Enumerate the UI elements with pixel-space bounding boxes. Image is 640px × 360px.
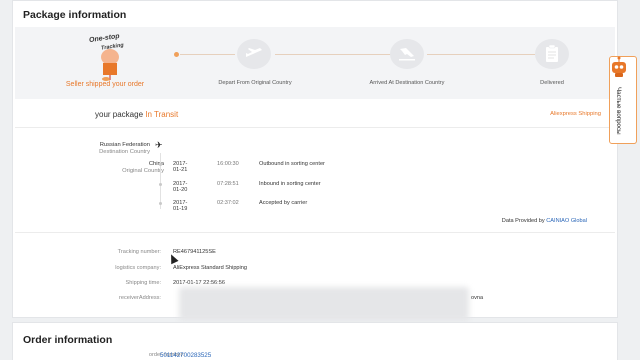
destination-country: Russian Federation: [99, 142, 150, 148]
step-label-depart: Depart From Original Country: [218, 80, 292, 86]
origin-country: China: [148, 161, 164, 167]
shipping-time-value: 2017-01-17 22:56:56: [173, 280, 225, 286]
event-message: Outbound in sorting center: [259, 161, 325, 167]
origin-location: China Original Country: [73, 161, 164, 175]
redacted-address-blur: [179, 287, 469, 321]
event-date: 2017-01-20: [173, 181, 188, 193]
data-provided-prefix: Data Provided by: [501, 218, 547, 224]
plane-landing-icon: [399, 48, 415, 61]
timeline-line: [160, 153, 161, 209]
cainiao-global-link[interactable]: CAINIAO Global: [546, 218, 587, 224]
shipping-time-label: Shipping time:: [125, 280, 161, 286]
faq-label: Частые вопросы: [615, 87, 622, 135]
tracking-number-value: RE467941125SE: [173, 249, 216, 255]
logistics-company-label: logistics company:: [115, 265, 161, 271]
progress-line: [180, 54, 235, 55]
step-label-delivered: Delivered: [540, 80, 564, 86]
step-label-arrived: Arrived At Destination Country: [369, 80, 445, 86]
plane-icon: ✈: [155, 140, 163, 150]
origin-country-label: Original Country: [122, 168, 164, 174]
order-information-card: Order information: [12, 322, 618, 360]
aliexpress-shipping-link[interactable]: Aliexpress Shipping: [550, 111, 601, 117]
event-time: 07:28:51: [217, 181, 239, 187]
order-section-title: Order information: [23, 334, 113, 346]
package-balloon-icon: [101, 49, 119, 81]
package-status: your package In Transit: [95, 110, 178, 119]
destination-country-label: Destination Country: [99, 149, 150, 155]
tracking-progress-strip: One-stop Tracking Seller shipped your or…: [15, 27, 615, 99]
step-depart: [237, 39, 271, 69]
package-information-card: Package information One-stop Tracking Se…: [12, 0, 618, 321]
step-arrived: [390, 39, 424, 69]
receiver-address-label: receiverAddress:: [119, 295, 161, 301]
event-message: Accepted by carrier: [259, 200, 308, 206]
progress-current-dot: [174, 52, 179, 57]
event-date: 2017-01-21: [173, 161, 188, 173]
progress-line: [275, 54, 391, 55]
package-section-title: Package information: [23, 9, 127, 21]
timeline-dot: [159, 163, 162, 166]
robot-assistant-icon: [612, 56, 626, 77]
receiver-address-value: ovna: [471, 295, 484, 301]
plane-takeoff-icon: [246, 48, 262, 57]
status-prefix: your package: [95, 110, 146, 119]
divider: [15, 127, 615, 128]
step-delivered: [535, 39, 569, 69]
event-time: 16:00:30: [217, 161, 239, 167]
divider: [15, 232, 615, 233]
event-date: 2017-01-19: [173, 200, 188, 212]
step-label-shipped: Seller shipped your order: [65, 81, 145, 88]
event-message: Inbound in sorting center: [259, 181, 321, 187]
event-time: 02:37:02: [217, 200, 239, 206]
progress-line: [427, 54, 535, 55]
data-provided-note: Data Provided by CAINIAO Global: [502, 218, 587, 224]
timeline-dot: [159, 183, 162, 186]
clipboard-icon: [546, 45, 558, 62]
tracking-number-label: Tracking number:: [117, 249, 161, 255]
destination-location: Russian Federation Destination Country: [73, 142, 150, 156]
logistics-company-value: AliExpress Standard Shipping: [173, 265, 248, 271]
status-value: In Transit: [145, 110, 179, 119]
order-number-link[interactable]: 501142700283525: [160, 352, 211, 359]
timeline-dot: [159, 202, 162, 205]
